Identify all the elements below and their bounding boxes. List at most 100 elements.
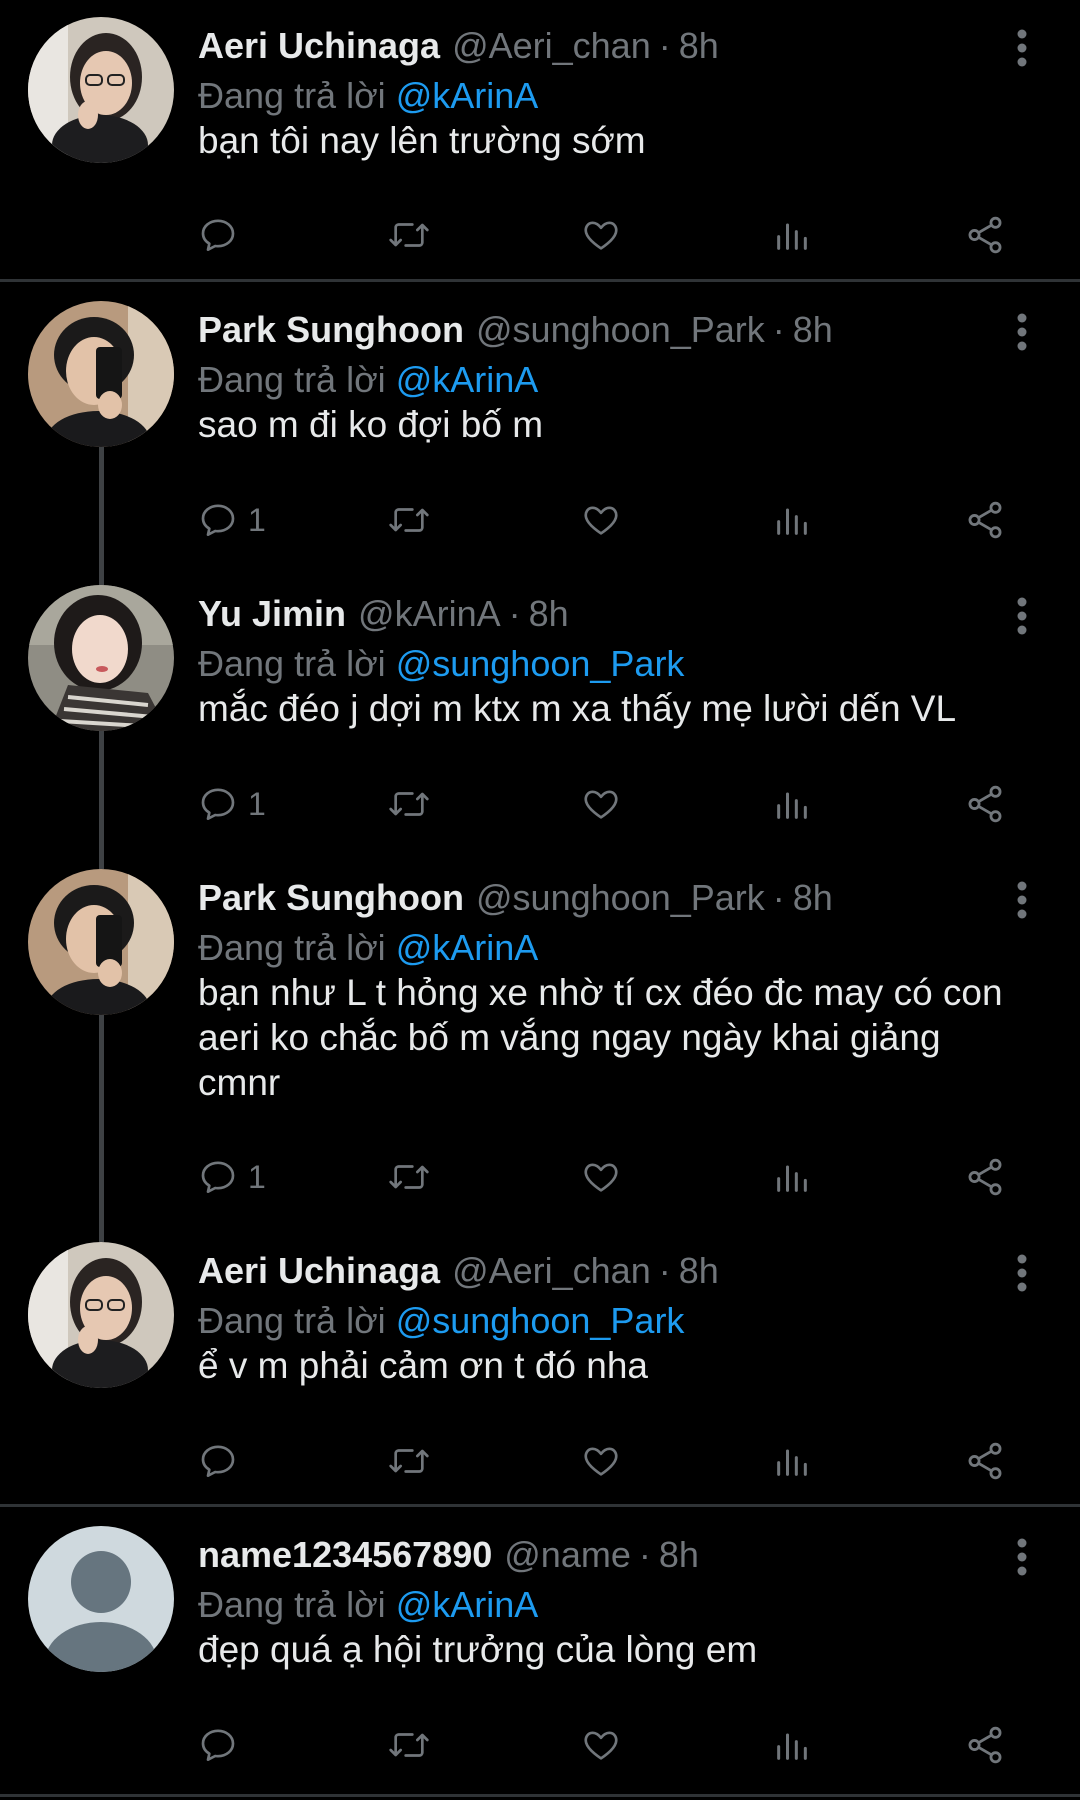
retweet-icon bbox=[389, 1449, 429, 1473]
reply-thread-feed: Aeri Uchinaga @Aeri_chan · 8h Đang trả l… bbox=[0, 0, 1080, 1800]
avatar-default[interactable] bbox=[28, 1526, 174, 1672]
reply-button[interactable]: 1 bbox=[198, 490, 266, 550]
tweet-header: name1234567890 @name · 8h bbox=[198, 1529, 699, 1581]
retweet-button[interactable] bbox=[386, 205, 432, 265]
reply-tweet[interactable]: Aeri Uchinaga @Aeri_chan · 8h Đang trả l… bbox=[0, 0, 1080, 284]
tweet-actions: 1 bbox=[0, 490, 1080, 550]
avatar-aeri-uchinaga[interactable] bbox=[28, 17, 174, 163]
views-icon bbox=[777, 223, 807, 250]
avatar-park-sunghoon[interactable] bbox=[28, 869, 174, 1015]
views-button[interactable] bbox=[772, 1715, 812, 1775]
share-button[interactable] bbox=[964, 1147, 1006, 1207]
tweet-actions bbox=[0, 1715, 1080, 1775]
replying-to-line: Đang trả lời @kArinA bbox=[198, 354, 538, 406]
author-name[interactable]: Aeri Uchinaga bbox=[198, 1245, 440, 1297]
author-name[interactable]: Aeri Uchinaga bbox=[198, 20, 440, 72]
reply-button[interactable]: 1 bbox=[198, 1147, 266, 1207]
timestamp[interactable]: 8h bbox=[679, 20, 719, 72]
tweet-text: ể v m phải cảm ơn t đó nha bbox=[198, 1345, 648, 1386]
reply-button[interactable] bbox=[198, 205, 248, 265]
separator-dot: · bbox=[658, 25, 671, 66]
author-handle[interactable]: @kArinA bbox=[358, 588, 501, 640]
more-vertical-icon[interactable] bbox=[1000, 26, 1044, 70]
like-button[interactable] bbox=[580, 1147, 622, 1207]
retweet-button[interactable] bbox=[386, 1715, 432, 1775]
author-handle[interactable]: @sunghoon_Park bbox=[476, 304, 765, 356]
share-icon bbox=[968, 216, 1002, 254]
retweet-button[interactable] bbox=[386, 490, 432, 550]
retweet-button[interactable] bbox=[386, 1147, 432, 1207]
share-button[interactable] bbox=[964, 774, 1006, 834]
replying-to-mention[interactable]: @sunghoon_Park bbox=[396, 643, 685, 684]
author-handle[interactable]: @sunghoon_Park bbox=[476, 872, 765, 924]
tweet-header: Aeri Uchinaga @Aeri_chan · 8h bbox=[198, 1245, 719, 1297]
tweet-header: Aeri Uchinaga @Aeri_chan · 8h bbox=[198, 20, 719, 72]
reply-count: 1 bbox=[248, 1158, 266, 1195]
reply-tweet[interactable]: Aeri Uchinaga @Aeri_chan · 8h Đang trả l… bbox=[0, 1225, 1080, 1509]
author-name[interactable]: Yu Jimin bbox=[198, 588, 346, 640]
timestamp[interactable]: 8h bbox=[529, 588, 569, 640]
views-button[interactable] bbox=[772, 1431, 812, 1491]
avatar-park-sunghoon[interactable] bbox=[28, 301, 174, 447]
heart-icon bbox=[584, 1447, 618, 1476]
more-vertical-icon[interactable] bbox=[1000, 1535, 1044, 1579]
replying-to-line: Đang trả lời @kArinA bbox=[198, 1579, 538, 1631]
timestamp[interactable]: 8h bbox=[793, 872, 833, 924]
author-name[interactable]: Park Sunghoon bbox=[198, 304, 464, 356]
replying-to-line: Đang trả lời @kArinA bbox=[198, 922, 538, 974]
more-vertical-icon[interactable] bbox=[1000, 310, 1044, 354]
like-button[interactable] bbox=[580, 1715, 622, 1775]
author-handle[interactable]: @Aeri_chan bbox=[452, 20, 651, 72]
replying-to-mention[interactable]: @sunghoon_Park bbox=[396, 1300, 685, 1341]
author-name[interactable]: Park Sunghoon bbox=[198, 872, 464, 924]
replying-to-mention[interactable]: @kArinA bbox=[396, 927, 539, 968]
views-button[interactable] bbox=[772, 1147, 812, 1207]
tweet-actions bbox=[0, 205, 1080, 265]
views-button[interactable] bbox=[772, 205, 812, 265]
more-vertical-icon[interactable] bbox=[1000, 1251, 1044, 1295]
share-button[interactable] bbox=[964, 1715, 1006, 1775]
tweet-actions: 1 bbox=[0, 1147, 1080, 1207]
retweet-button[interactable] bbox=[386, 774, 432, 834]
reply-icon bbox=[201, 219, 235, 252]
replying-to-line: Đang trả lời @sunghoon_Park bbox=[198, 1295, 684, 1347]
author-name[interactable]: name1234567890 bbox=[198, 1529, 492, 1581]
timestamp[interactable]: 8h bbox=[679, 1245, 719, 1297]
views-button[interactable] bbox=[772, 774, 812, 834]
reply-button[interactable] bbox=[198, 1431, 248, 1491]
reply-icon bbox=[201, 504, 235, 536]
replying-to-mention[interactable]: @kArinA bbox=[396, 75, 539, 116]
reply-tweet[interactable]: Yu Jimin @kArinA · 8h Đang trả lời @sungh… bbox=[0, 568, 1080, 852]
like-button[interactable] bbox=[580, 1431, 622, 1491]
author-handle[interactable]: @name bbox=[504, 1529, 631, 1581]
reply-tweet[interactable]: name1234567890 @name · 8h Đang trả lời @k… bbox=[0, 1509, 1080, 1800]
reply-tweet[interactable]: Park Sunghoon @sunghoon_Park · 8h Đang t… bbox=[0, 284, 1080, 568]
timestamp[interactable]: 8h bbox=[793, 304, 833, 356]
views-button[interactable] bbox=[772, 490, 812, 550]
separator-dot: · bbox=[658, 1250, 671, 1291]
retweet-button[interactable] bbox=[386, 1431, 432, 1491]
more-vertical-icon[interactable] bbox=[1000, 878, 1044, 922]
retweet-icon bbox=[389, 508, 429, 532]
replying-to-mention[interactable]: @kArinA bbox=[396, 1584, 539, 1625]
replying-to-prefix: Đang trả lời bbox=[198, 359, 386, 400]
avatar-aeri-uchinaga[interactable] bbox=[28, 1242, 174, 1388]
separator-dot: · bbox=[638, 1534, 651, 1575]
share-button[interactable] bbox=[964, 205, 1006, 265]
reply-button[interactable] bbox=[198, 1715, 248, 1775]
like-button[interactable] bbox=[580, 774, 622, 834]
reply-tweet[interactable]: Park Sunghoon @sunghoon_Park · 8h Đang t… bbox=[0, 852, 1080, 1225]
reply-button[interactable]: 1 bbox=[198, 774, 266, 834]
avatar-yu-jimin[interactable] bbox=[28, 585, 174, 731]
like-button[interactable] bbox=[580, 205, 622, 265]
author-handle[interactable]: @Aeri_chan bbox=[452, 1245, 651, 1297]
like-button[interactable] bbox=[580, 490, 622, 550]
timestamp[interactable]: 8h bbox=[659, 1529, 699, 1581]
share-button[interactable] bbox=[964, 1431, 1006, 1491]
separator-dot: · bbox=[772, 877, 785, 918]
more-vertical-icon[interactable] bbox=[1000, 594, 1044, 638]
separator-dot: · bbox=[772, 309, 785, 350]
replying-to-prefix: Đang trả lời bbox=[198, 927, 386, 968]
replying-to-mention[interactable]: @kArinA bbox=[396, 359, 539, 400]
share-button[interactable] bbox=[964, 490, 1006, 550]
